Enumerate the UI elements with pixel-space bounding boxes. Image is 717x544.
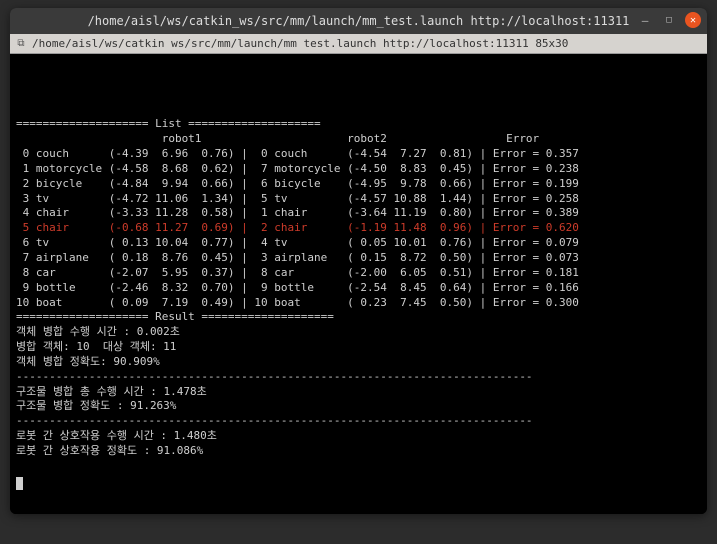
close-button[interactable] <box>685 12 701 28</box>
stat-line: 로봇 간 상호작용 정확도 : 91.086% <box>16 444 701 459</box>
table-row: 5 chair (-0.68 11.27 0.69) | 2 chair (-1… <box>16 221 701 236</box>
table-row: 9 bottle (-2.46 8.32 0.70) | 9 bottle (-… <box>16 281 701 296</box>
table-row: 6 tv ( 0.13 10.04 0.77) | 4 tv ( 0.05 10… <box>16 236 701 251</box>
stat-line: 병합 객체: 10 대상 객체: 11 <box>16 340 701 355</box>
result-header: ==================== Result ============… <box>16 310 701 325</box>
table-row: 2 bicycle (-4.84 9.94 0.66) | 6 bicycle … <box>16 177 701 192</box>
tab-label: /home/aisl/ws/catkin ws/src/mm/launch/mm… <box>32 37 568 50</box>
table-row: 3 tv (-4.72 11.06 1.34) | 5 tv (-4.57 10… <box>16 192 701 207</box>
tab-bar: ⧉ /home/aisl/ws/catkin ws/src/mm/launch/… <box>10 34 707 54</box>
terminal-icon: ⧉ <box>14 37 28 51</box>
column-headers: robot1 robot2 Error <box>16 132 701 147</box>
list-header: ==================== List ==============… <box>16 117 701 132</box>
terminal-output[interactable]: ==================== List ==============… <box>10 54 707 514</box>
terminal-window: /home/aisl/ws/catkin_ws/src/mm/launch/mm… <box>10 8 707 514</box>
table-row: 8 car (-2.07 5.95 0.37) | 8 car (-2.00 6… <box>16 266 701 281</box>
table-row: 7 airplane ( 0.18 8.76 0.45) | 3 airplan… <box>16 251 701 266</box>
maximize-button[interactable] <box>661 12 677 28</box>
titlebar[interactable]: /home/aisl/ws/catkin_ws/src/mm/launch/mm… <box>10 8 707 34</box>
table-row: 0 couch (-4.39 6.96 0.76) | 0 couch (-4.… <box>16 147 701 162</box>
table-row: 10 boat ( 0.09 7.19 0.49) | 10 boat ( 0.… <box>16 296 701 311</box>
stat-line: 객체 병합 정확도: 90.909% <box>16 355 701 370</box>
table-row: 4 chair (-3.33 11.28 0.58) | 1 chair (-3… <box>16 206 701 221</box>
cursor-icon <box>16 477 23 490</box>
divider: ----------------------------------------… <box>16 370 701 385</box>
window-controls <box>637 12 701 28</box>
divider: ----------------------------------------… <box>16 414 701 429</box>
minimize-button[interactable] <box>637 12 653 28</box>
stat-line: 객체 병합 수행 시간 : 0.002초 <box>16 325 701 340</box>
stat-line: 로봇 간 상호작용 수행 시간 : 1.480초 <box>16 429 701 444</box>
window-title: /home/aisl/ws/catkin_ws/src/mm/launch/mm… <box>88 14 630 28</box>
table-row: 1 motorcycle (-4.58 8.68 0.62) | 7 motor… <box>16 162 701 177</box>
stat-line: 구조물 병합 정확도 : 91.263% <box>16 399 701 414</box>
stat-line: 구조물 병합 총 수행 시간 : 1.478초 <box>16 385 701 400</box>
prompt-line[interactable] <box>16 474 701 492</box>
